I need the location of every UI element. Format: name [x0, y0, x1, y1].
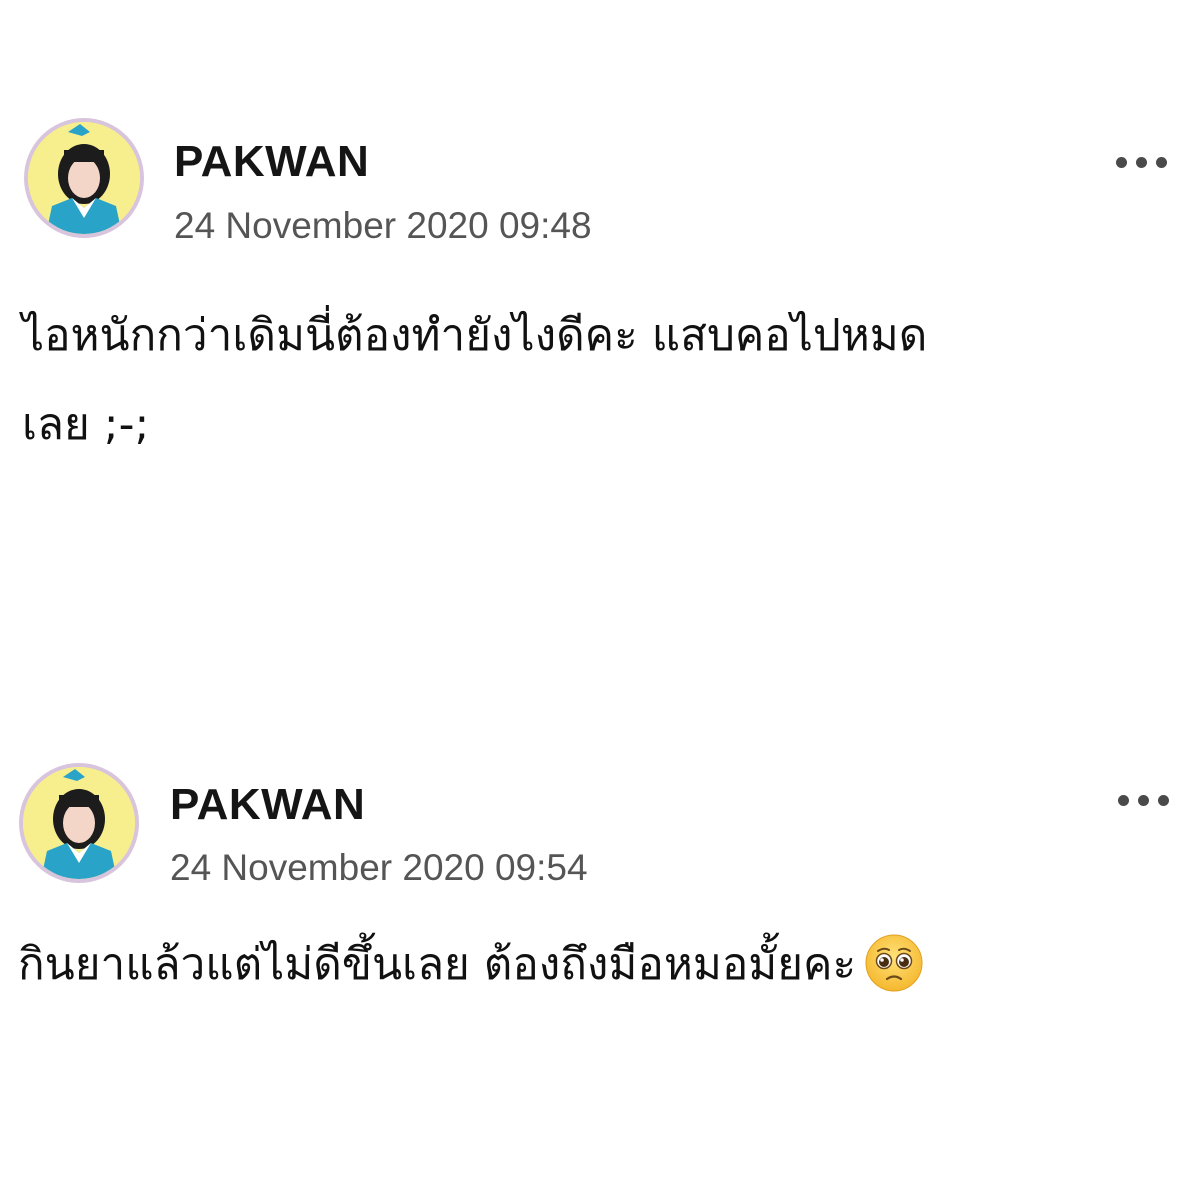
more-options-icon[interactable]: [1116, 152, 1168, 172]
avatar[interactable]: [19, 763, 139, 883]
more-options-icon[interactable]: [1118, 790, 1170, 810]
more-dot: [1116, 157, 1127, 168]
author-name[interactable]: PAKWAN: [170, 783, 365, 827]
more-dot: [1118, 795, 1129, 806]
post-body-line: กินยาแล้วแต่ไม่ดีขึ้นเลย ต้องถึงมือหมอมั…: [18, 939, 857, 990]
pleading-face-emoji-icon: [865, 934, 923, 992]
more-dot: [1158, 795, 1169, 806]
post-body: ไอหนักกว่าเดิมนี่ต้องทำยังไงดีคะ แสบคอไป…: [22, 291, 927, 469]
post-body: กินยาแล้วแต่ไม่ดีขึ้นเลย ต้องถึงมือหมอมั…: [18, 920, 924, 1009]
post-body-line: ไอหนักกว่าเดิมนี่ต้องทำยังไงดีคะ แสบคอไป…: [22, 310, 928, 361]
more-dot: [1136, 157, 1147, 168]
post-timestamp: 24 November 2020 09:54: [170, 847, 588, 888]
avatar-photo: [23, 767, 135, 879]
post-timestamp: 24 November 2020 09:48: [174, 205, 592, 246]
more-dot: [1156, 157, 1167, 168]
avatar-illustration: [28, 122, 140, 234]
author-name[interactable]: PAKWAN: [174, 140, 369, 184]
avatar[interactable]: [24, 118, 144, 238]
post-body-line: เลย ;-;: [22, 399, 150, 450]
more-dot: [1138, 795, 1149, 806]
avatar-photo: [28, 122, 140, 234]
avatar-illustration: [23, 767, 135, 879]
